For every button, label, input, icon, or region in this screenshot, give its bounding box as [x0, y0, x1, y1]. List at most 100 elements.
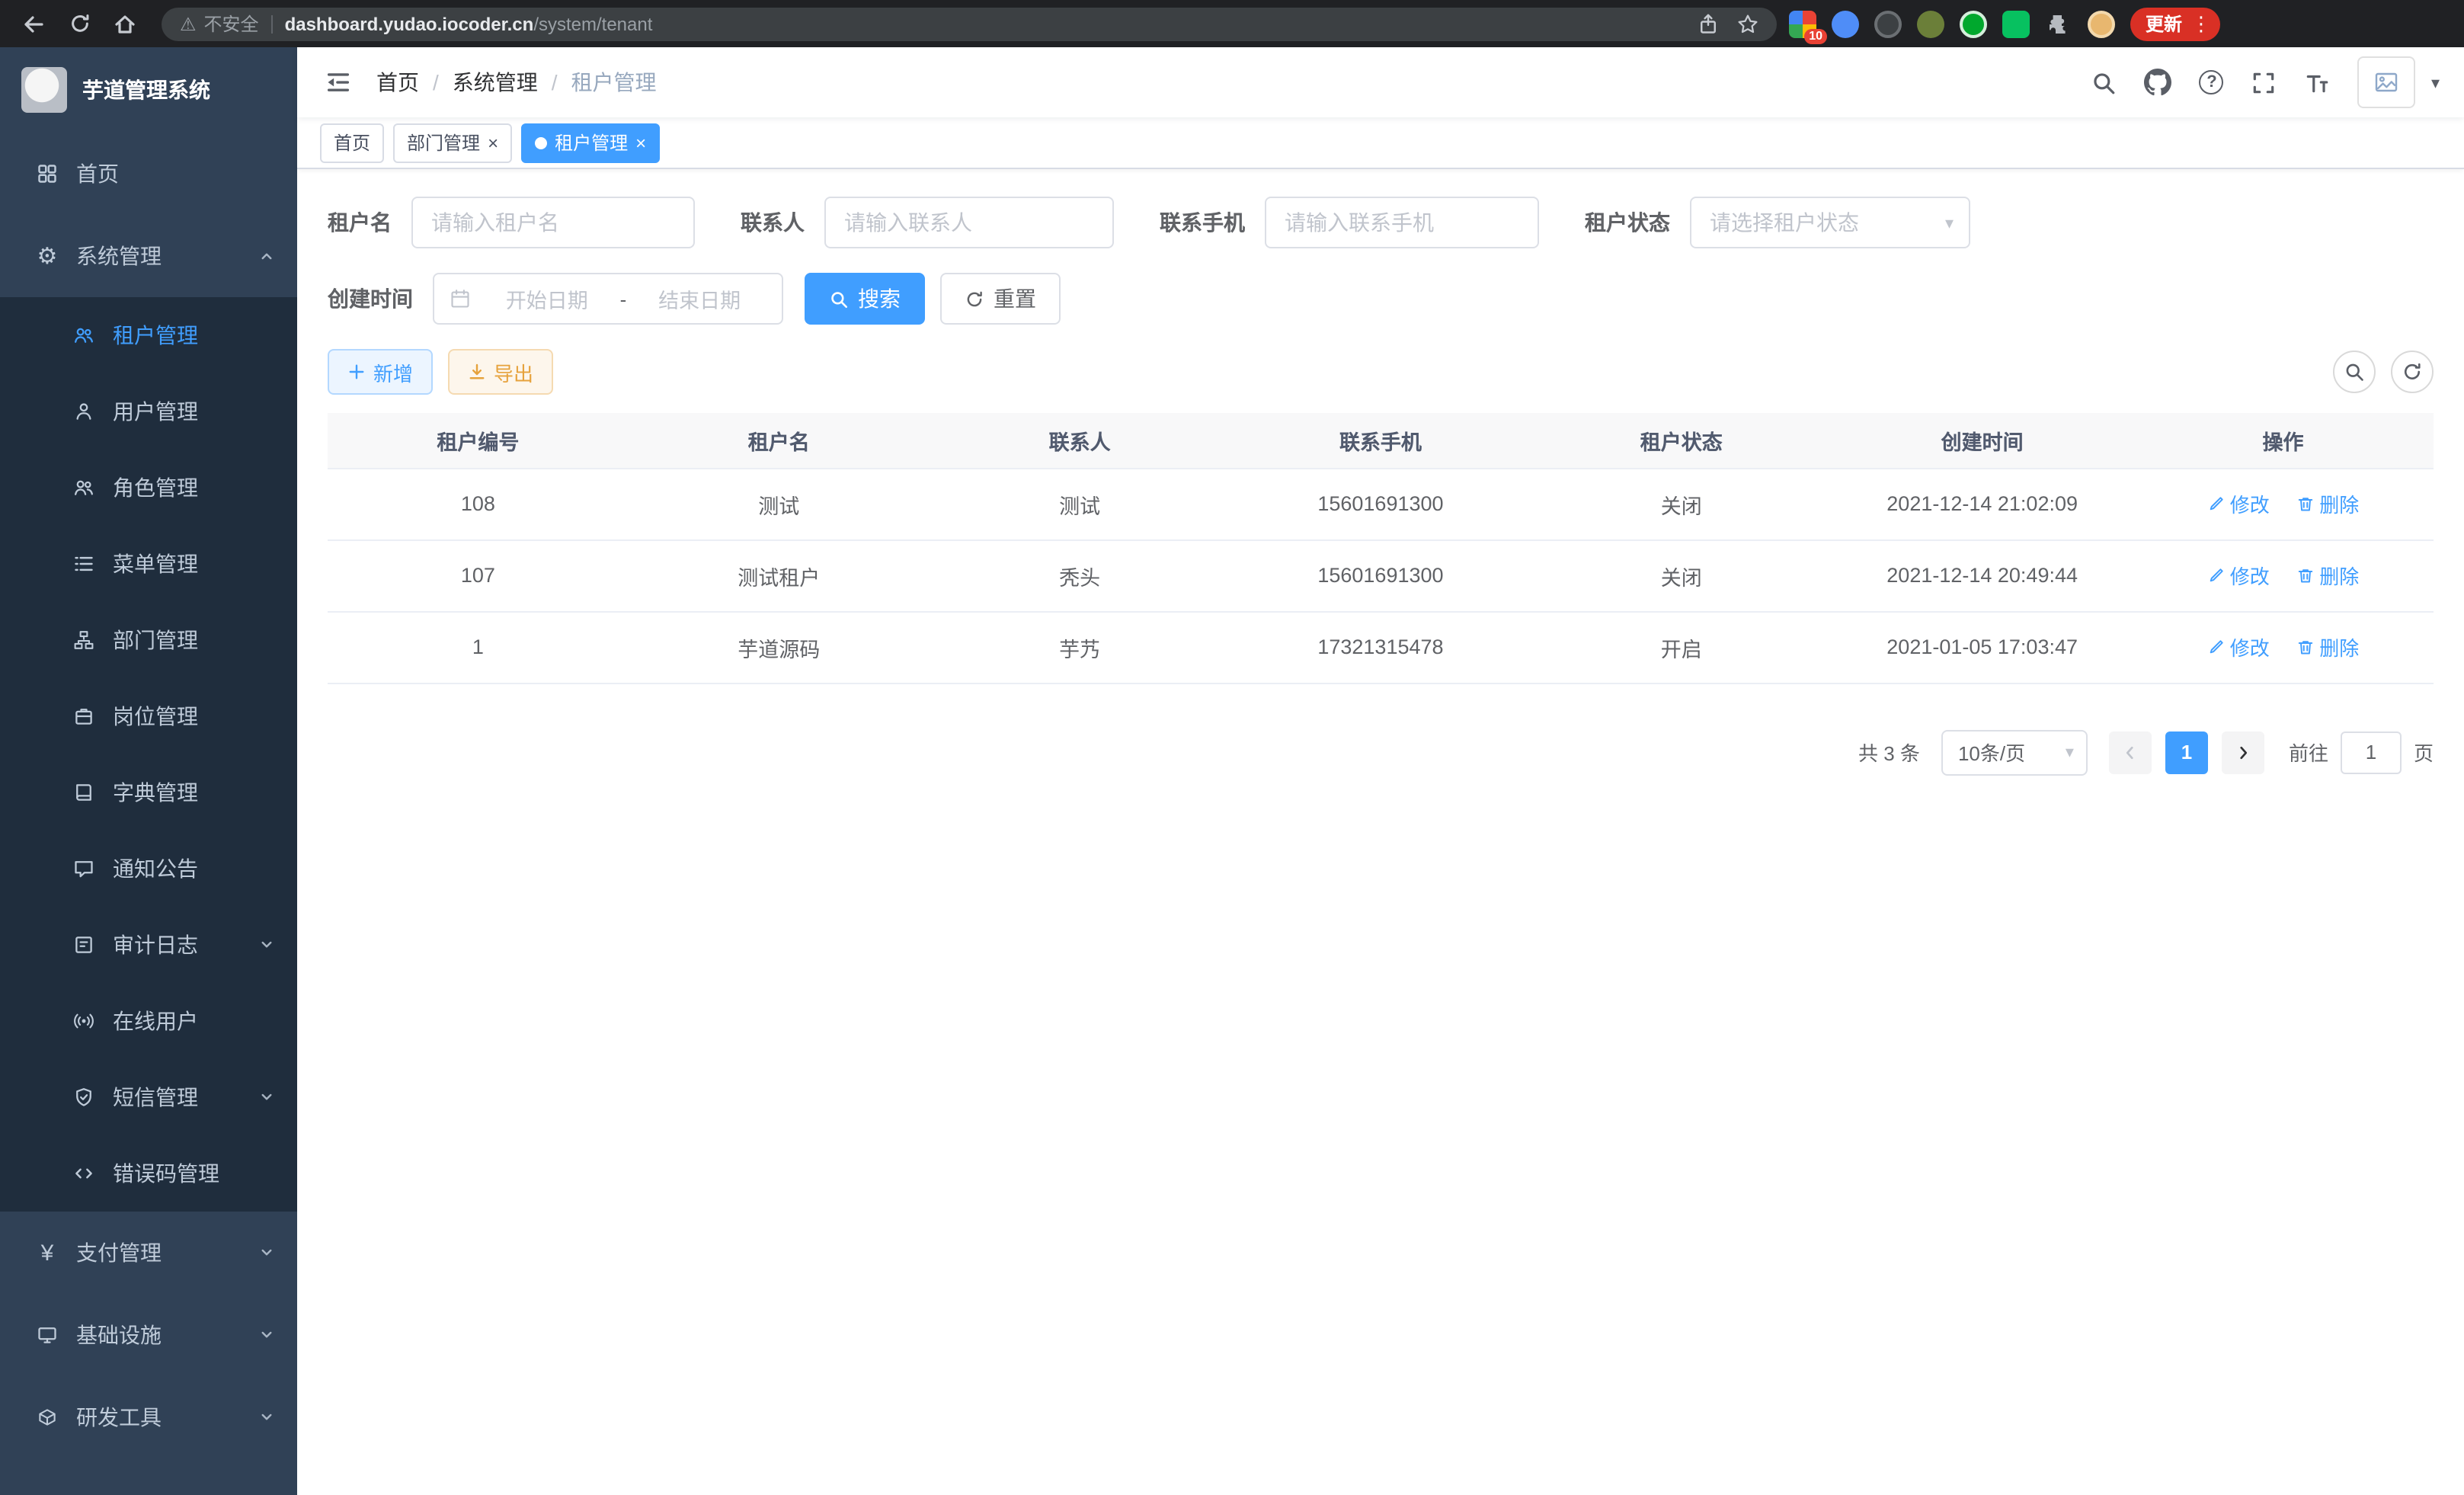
page-size-select[interactable]: 10条/页 ▾ — [1941, 729, 2088, 775]
status-select[interactable]: 请选择租户状态 ▾ — [1690, 197, 1970, 248]
edit-link[interactable]: 修改 — [2207, 632, 2270, 661]
page-number-current[interactable]: 1 — [2165, 731, 2208, 773]
breadcrumb-system[interactable]: 系统管理 — [453, 67, 538, 98]
sidebar-item-dict[interactable]: 字典管理 — [0, 754, 297, 831]
share-icon[interactable] — [1698, 13, 1719, 34]
add-button-label: 新增 — [373, 357, 413, 386]
refresh-icon — [965, 289, 984, 309]
tenant-name-label: 租户名 — [328, 207, 392, 238]
toggle-search-icon[interactable] — [2333, 351, 2376, 393]
sidebar-item-online-users[interactable]: 在线用户 — [0, 983, 297, 1059]
contact-input[interactable] — [824, 197, 1114, 248]
code-icon — [67, 1163, 101, 1184]
sidebar-item-error-code[interactable]: 错误码管理 — [0, 1135, 297, 1212]
tenant-name-input[interactable] — [411, 197, 695, 248]
cell-actions: 修改 删除 — [2133, 539, 2434, 611]
sidebar-item-post[interactable]: 岗位管理 — [0, 678, 297, 754]
bookmark-star-icon[interactable] — [1737, 13, 1758, 34]
close-icon[interactable]: × — [635, 133, 646, 152]
edit-link[interactable]: 修改 — [2207, 489, 2270, 518]
prev-page-button[interactable] — [2109, 731, 2152, 773]
close-icon[interactable]: × — [488, 133, 498, 152]
start-date-placeholder: 开始日期 — [480, 283, 614, 314]
search-button[interactable]: 搜索 — [805, 273, 925, 325]
browser-menu-icon[interactable]: ⋮ — [2191, 11, 2211, 36]
sidebar-item-dept[interactable]: 部门管理 — [0, 602, 297, 678]
mobile-input[interactable] — [1265, 197, 1539, 248]
extension-icon[interactable] — [1832, 10, 1859, 37]
extension-icon[interactable] — [2002, 10, 2030, 37]
breadcrumb-separator: / — [552, 70, 558, 94]
profile-avatar[interactable] — [2088, 10, 2115, 37]
extension-icon[interactable] — [1960, 10, 1987, 37]
home-icon[interactable] — [107, 5, 143, 42]
screen: ⚠ 不安全 dashboard.yudao.iocoder.cn /system… — [0, 0, 2464, 1495]
refresh-icon[interactable] — [61, 5, 98, 42]
peoples-icon — [67, 477, 101, 498]
help-icon[interactable]: ? — [2200, 70, 2224, 94]
cell-created: 2021-12-14 20:49:44 — [1832, 539, 2133, 611]
cell-mobile: 17321315478 — [1230, 611, 1531, 683]
font-size-icon[interactable] — [2305, 69, 2331, 95]
goto-page-input[interactable] — [2341, 731, 2402, 773]
reset-button[interactable]: 重置 — [940, 273, 1061, 325]
extension-icon[interactable] — [1874, 10, 1902, 37]
address-bar[interactable]: ⚠ 不安全 dashboard.yudao.iocoder.cn /system… — [162, 7, 1777, 40]
caret-down-icon[interactable]: ▾ — [2431, 72, 2440, 92]
delete-link[interactable]: 删除 — [2296, 561, 2359, 590]
column-header: 租户状态 — [1531, 413, 1832, 468]
sidebar-item-tenant[interactable]: 租户管理 — [0, 297, 297, 373]
address-divider — [271, 14, 273, 33]
sidebar-item-devtools[interactable]: 研发工具 — [0, 1376, 297, 1458]
fullscreen-icon[interactable] — [2251, 69, 2277, 95]
tab-label: 首页 — [334, 130, 370, 155]
update-button[interactable]: 更新 ⋮ — [2130, 7, 2220, 40]
message-icon — [67, 858, 101, 879]
extension-icon[interactable] — [1917, 10, 1944, 37]
breadcrumb-home[interactable]: 首页 — [376, 67, 419, 98]
sidebar-item-notice[interactable]: 通知公告 — [0, 831, 297, 907]
sidebar-item-system[interactable]: ⚙ 系统管理 — [0, 215, 297, 297]
breadcrumb-current: 租户管理 — [571, 67, 657, 98]
tab-tenant[interactable]: 租户管理 × — [521, 123, 660, 162]
back-icon[interactable] — [15, 5, 52, 42]
sidebar-item-label: 菜单管理 — [113, 549, 198, 579]
sidebar-item-audit-log[interactable]: 审计日志 — [0, 907, 297, 983]
caret-down-icon: ▾ — [2066, 742, 2074, 762]
filter-row-1: 租户名 联系人 联系手机 租户状态 请选择租户状态 ▾ — [328, 197, 2434, 248]
sidebar-item-infra[interactable]: 基础设施 — [0, 1294, 297, 1376]
security-label[interactable]: 不安全 — [204, 11, 259, 37]
top-navbar: 首页 / 系统管理 / 租户管理 ? — [297, 47, 2464, 117]
sidebar-item-menu[interactable]: 菜单管理 — [0, 526, 297, 602]
sidebar-item-label: 错误码管理 — [113, 1158, 219, 1189]
search-icon[interactable] — [2091, 69, 2117, 95]
sidebar-item-role[interactable]: 角色管理 — [0, 450, 297, 526]
tab-dept[interactable]: 部门管理 × — [393, 123, 512, 162]
sidebar-item-user[interactable]: 用户管理 — [0, 373, 297, 450]
sidebar-item-home[interactable]: 首页 — [0, 133, 297, 215]
github-icon[interactable] — [2145, 69, 2172, 96]
sidebar-item-label: 字典管理 — [113, 777, 198, 808]
sidebar-item-sms[interactable]: 短信管理 — [0, 1059, 297, 1135]
refresh-table-icon[interactable] — [2391, 351, 2434, 393]
next-page-button[interactable] — [2222, 731, 2264, 773]
export-button[interactable]: 导出 — [448, 349, 553, 395]
sidebar-item-pay[interactable]: ¥ 支付管理 — [0, 1212, 297, 1294]
extension-icon[interactable]: 10 — [1789, 10, 1816, 37]
user-avatar[interactable] — [2358, 56, 2416, 108]
delete-link[interactable]: 删除 — [2296, 632, 2359, 661]
chevron-down-icon — [258, 1244, 276, 1262]
chevron-down-icon — [258, 936, 276, 954]
puzzle-icon[interactable] — [2045, 10, 2072, 37]
cell-actions: 修改 删除 — [2133, 468, 2434, 539]
edit-link[interactable]: 修改 — [2207, 561, 2270, 590]
table-header-row: 租户编号 租户名 联系人 联系手机 租户状态 创建时间 操作 — [328, 413, 2434, 468]
sidebar-collapse-icon[interactable] — [325, 69, 352, 96]
cell-created: 2021-12-14 21:02:09 — [1832, 468, 2133, 539]
delete-link[interactable]: 删除 — [2296, 489, 2359, 518]
delete-label: 删除 — [2319, 632, 2359, 661]
tab-home[interactable]: 首页 — [320, 123, 384, 162]
date-range-picker[interactable]: 开始日期 - 结束日期 — [433, 273, 783, 325]
logo-avatar — [21, 67, 67, 113]
add-button[interactable]: 新增 — [328, 349, 433, 395]
